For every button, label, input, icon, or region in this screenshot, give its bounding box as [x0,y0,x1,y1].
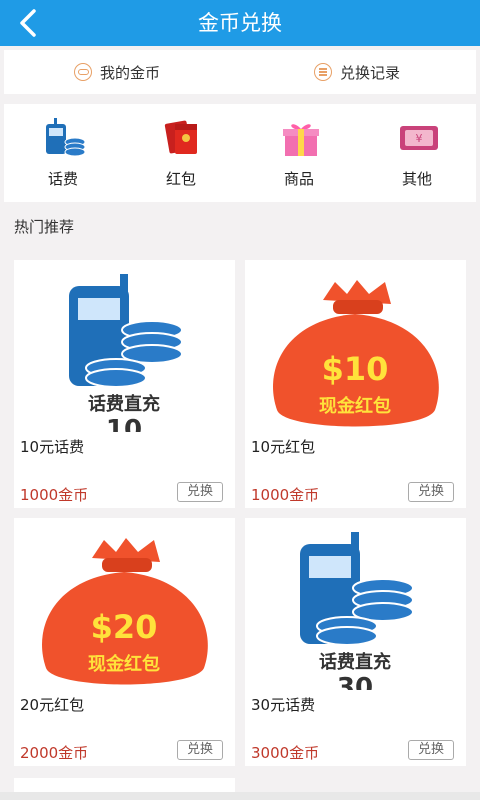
product-price: 3000金币 [251,744,320,762]
tab-exchange-records[interactable]: 兑换记录 [314,50,400,94]
money-bag-icon: $10 现金红包 [273,280,439,427]
product-card[interactable]: 话费直充 30 30元话费 3000金币 兑换 [245,518,466,766]
bag-caption: 现金红包 [319,395,391,417]
category-label: 话费 [47,170,78,188]
category-label: 其他 [401,170,432,188]
exchange-button[interactable]: 兑换 [408,740,454,760]
top-bar: 金币兑换 [0,0,480,46]
product-image: 话费直充 10 [14,260,235,432]
product-price: 2000金币 [20,744,89,762]
category-phone-bill[interactable]: 话费 [4,104,122,202]
page-title: 金币兑换 [198,11,282,35]
category-label: 红包 [165,170,196,188]
list-icon [314,63,332,81]
exchange-button[interactable]: 兑换 [177,482,223,502]
product-price: 1000金币 [251,486,320,504]
product-name: 30元话费 [251,696,316,714]
exchange-button[interactable]: 兑换 [408,482,454,502]
tab-label: 我的金币 [100,63,161,82]
product-image: 话费直充 30 [245,518,466,690]
tab-label: 兑换记录 [340,63,401,82]
phone-coins-icon [46,118,86,157]
image-amount: 30 [337,673,373,690]
bottom-scrollbar [0,792,480,800]
image-amount: 10 [106,415,142,432]
product-card[interactable]: 话费直充 10 10元话费 1000金币 兑换 [14,260,235,508]
image-caption: 话费直充 [88,393,160,415]
tab-bar: 我的金币 兑换记录 [4,50,476,94]
category-goods[interactable]: 商品 [240,104,358,202]
gift-box-icon [283,124,319,156]
product-image: $10 现金红包 [245,260,466,432]
svg-text:¥: ¥ [416,132,423,145]
exchange-button[interactable]: 兑换 [177,740,223,760]
section-title: 热门推荐 [14,218,75,236]
phone-coins-icon: 话费直充 10 [69,274,183,432]
product-card[interactable]: $10 现金红包 10元红包 1000金币 兑换 [245,260,466,508]
tab-my-coins[interactable]: 我的金币 [74,50,160,94]
category-red-envelope[interactable]: 红包 [122,104,240,202]
bag-caption: 现金红包 [88,653,160,675]
phone-coins-icon: 话费直充 30 [300,532,414,690]
ticket-icon: ¥ [400,126,438,150]
image-caption: 话费直充 [319,651,391,673]
category-other[interactable]: ¥ 其他 [358,104,476,202]
bag-amount: $10 [322,350,389,388]
category-label: 商品 [283,170,314,188]
product-name: 10元话费 [20,438,85,456]
money-bag-icon: $20 现金红包 [42,538,208,685]
product-name: 20元红包 [20,696,85,714]
bag-amount: $20 [91,608,158,646]
coin-icon [74,63,92,81]
product-name: 10元红包 [251,438,316,456]
product-card[interactable]: $20 现金红包 20元红包 2000金币 兑换 [14,518,235,766]
product-image: $20 现金红包 [14,518,235,690]
red-envelope-icon [164,120,197,154]
product-price: 1000金币 [20,486,89,504]
category-grid: 话费 红包 商品 ¥ 其他 [4,104,476,202]
